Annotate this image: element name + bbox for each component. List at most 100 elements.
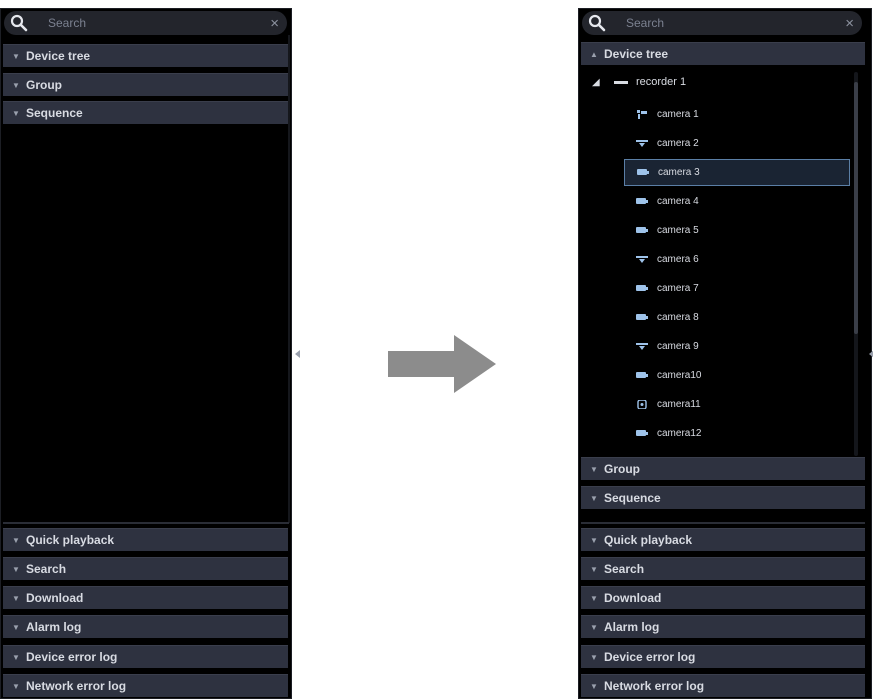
camera-label: camera 2	[657, 138, 699, 149]
camera-label: camera 3	[658, 167, 700, 178]
right-section-device-error-log[interactable]: ▼ Device error log	[581, 645, 865, 668]
section-label: Group	[604, 462, 640, 476]
section-label: Device error log	[26, 650, 118, 664]
section-label: Group	[26, 78, 62, 92]
left-section-group[interactable]: ▼ Group	[3, 73, 288, 96]
tree-camera-item[interactable]: camera 4	[624, 188, 850, 215]
left-section-device-error-log[interactable]: ▼ Device error log	[3, 645, 288, 668]
tree-camera-item[interactable]: camera 3	[624, 159, 850, 186]
section-label: Download	[26, 591, 84, 605]
camera-label: camera 6	[657, 254, 699, 265]
section-label: Sequence	[26, 106, 83, 120]
box-camera-icon	[636, 429, 648, 438]
section-label: Quick playback	[26, 533, 115, 547]
section-label: Search	[26, 562, 67, 576]
camera-label: camera 1	[657, 109, 699, 120]
left-section-network-error-log[interactable]: ▼ Network error log	[3, 674, 288, 697]
chevron-down-icon: ▼	[590, 652, 598, 662]
box-camera-icon	[636, 197, 648, 206]
tree-camera-item[interactable]: camera11	[624, 391, 850, 418]
chevron-down-icon: ▼	[590, 681, 598, 691]
chevron-down-icon: ▼	[590, 493, 598, 503]
chevron-down-icon: ▼	[12, 593, 20, 603]
camera-label: camera 7	[657, 283, 699, 294]
section-label: Alarm log	[26, 620, 82, 634]
chevron-down-icon: ▼	[12, 681, 20, 691]
chevron-down-icon: ▼	[12, 80, 20, 90]
section-label: Device tree	[604, 47, 669, 61]
tree-camera-item[interactable]: camera12	[624, 420, 850, 447]
right-section-network-error-log[interactable]: ▼ Network error log	[581, 674, 865, 697]
left-section-sequence[interactable]: ▼ Sequence	[3, 101, 288, 124]
tree-camera-item[interactable]: camera 6	[624, 246, 850, 273]
left-panel-divider[interactable]	[3, 522, 289, 524]
left-scroll-track[interactable]	[288, 35, 290, 523]
left-section-quick-playback[interactable]: ▼ Quick playback	[3, 528, 288, 551]
right-section-group[interactable]: ▼ Group	[581, 457, 865, 480]
camera-label: camera 5	[657, 225, 699, 236]
ptz-camera-icon	[636, 110, 648, 119]
tree-recorder-node[interactable]: ◢ recorder 1	[592, 70, 686, 94]
expand-triangle-icon[interactable]: ◢	[592, 77, 614, 88]
dome-camera-icon	[636, 342, 648, 351]
dome-camera-icon	[636, 255, 648, 264]
box-camera-icon	[637, 168, 649, 177]
right-section-alarm-log[interactable]: ▼ Alarm log	[581, 615, 865, 638]
search-icon[interactable]	[10, 14, 28, 32]
box-camera-icon	[636, 371, 648, 380]
chevron-down-icon: ▼	[590, 622, 598, 632]
right-section-download[interactable]: ▼ Download	[581, 586, 865, 609]
tree-camera-item[interactable]: camera 1	[624, 101, 850, 128]
transition-arrow-icon	[388, 335, 496, 393]
right-section-sequence[interactable]: ▼ Sequence	[581, 486, 865, 509]
chevron-down-icon: ▼	[12, 535, 20, 545]
chevron-down-icon: ▼	[12, 652, 20, 662]
camera-label: camera 8	[657, 312, 699, 323]
left-section-download[interactable]: ▼ Download	[3, 586, 288, 609]
chevron-down-icon: ▼	[590, 593, 598, 603]
section-label: Device tree	[26, 49, 91, 63]
camera-label: camera11	[657, 399, 701, 410]
left-section-alarm-log[interactable]: ▼ Alarm log	[3, 615, 288, 638]
section-label: Network error log	[604, 679, 705, 693]
chevron-down-icon: ▼	[12, 564, 20, 574]
right-search-bar[interactable]: Search ×	[582, 11, 862, 35]
left-search-bar[interactable]: Search ×	[4, 11, 287, 35]
right-section-search[interactable]: ▼ Search	[581, 557, 865, 580]
left-section-search[interactable]: ▼ Search	[3, 557, 288, 580]
clear-search-icon[interactable]: ×	[845, 16, 854, 31]
dome-camera-icon	[636, 139, 648, 148]
tree-camera-item[interactable]: camera 5	[624, 217, 850, 244]
clear-search-icon[interactable]: ×	[270, 16, 279, 31]
tree-camera-item[interactable]: camera 7	[624, 275, 850, 302]
camera-label: camera10	[657, 370, 702, 381]
collapse-handle-icon[interactable]	[869, 350, 873, 358]
collapse-handle-icon[interactable]	[295, 350, 300, 358]
camera-label: camera 4	[657, 196, 699, 207]
search-input[interactable]: Search	[626, 16, 845, 30]
chevron-down-icon: ▼	[12, 108, 20, 118]
tree-camera-item[interactable]: camera10	[624, 362, 850, 389]
chevron-up-icon: ▲	[590, 49, 598, 59]
right-section-device-tree[interactable]: ▲ Device tree	[581, 42, 865, 65]
chevron-down-icon: ▼	[12, 51, 20, 61]
section-label: Quick playback	[604, 533, 693, 547]
section-label: Search	[604, 562, 645, 576]
chevron-down-icon: ▼	[590, 535, 598, 545]
tree-camera-item[interactable]: camera 2	[624, 130, 850, 157]
box-camera-icon	[636, 313, 648, 322]
left-section-device-tree[interactable]: ▼ Device tree	[3, 44, 288, 67]
section-label: Device error log	[604, 650, 696, 664]
right-panel-divider[interactable]	[581, 522, 865, 524]
search-input[interactable]: Search	[48, 16, 270, 30]
tree-scrollbar-thumb[interactable]	[854, 82, 858, 334]
right-section-quick-playback[interactable]: ▼ Quick playback	[581, 528, 865, 551]
section-label: Sequence	[604, 491, 661, 505]
chevron-down-icon: ▼	[12, 622, 20, 632]
section-label: Download	[604, 591, 662, 605]
search-icon[interactable]	[588, 14, 606, 32]
box-camera-icon	[636, 226, 648, 235]
camera-label: camera12	[657, 428, 702, 439]
tree-camera-item[interactable]: camera 9	[624, 333, 850, 360]
tree-camera-item[interactable]: camera 8	[624, 304, 850, 331]
